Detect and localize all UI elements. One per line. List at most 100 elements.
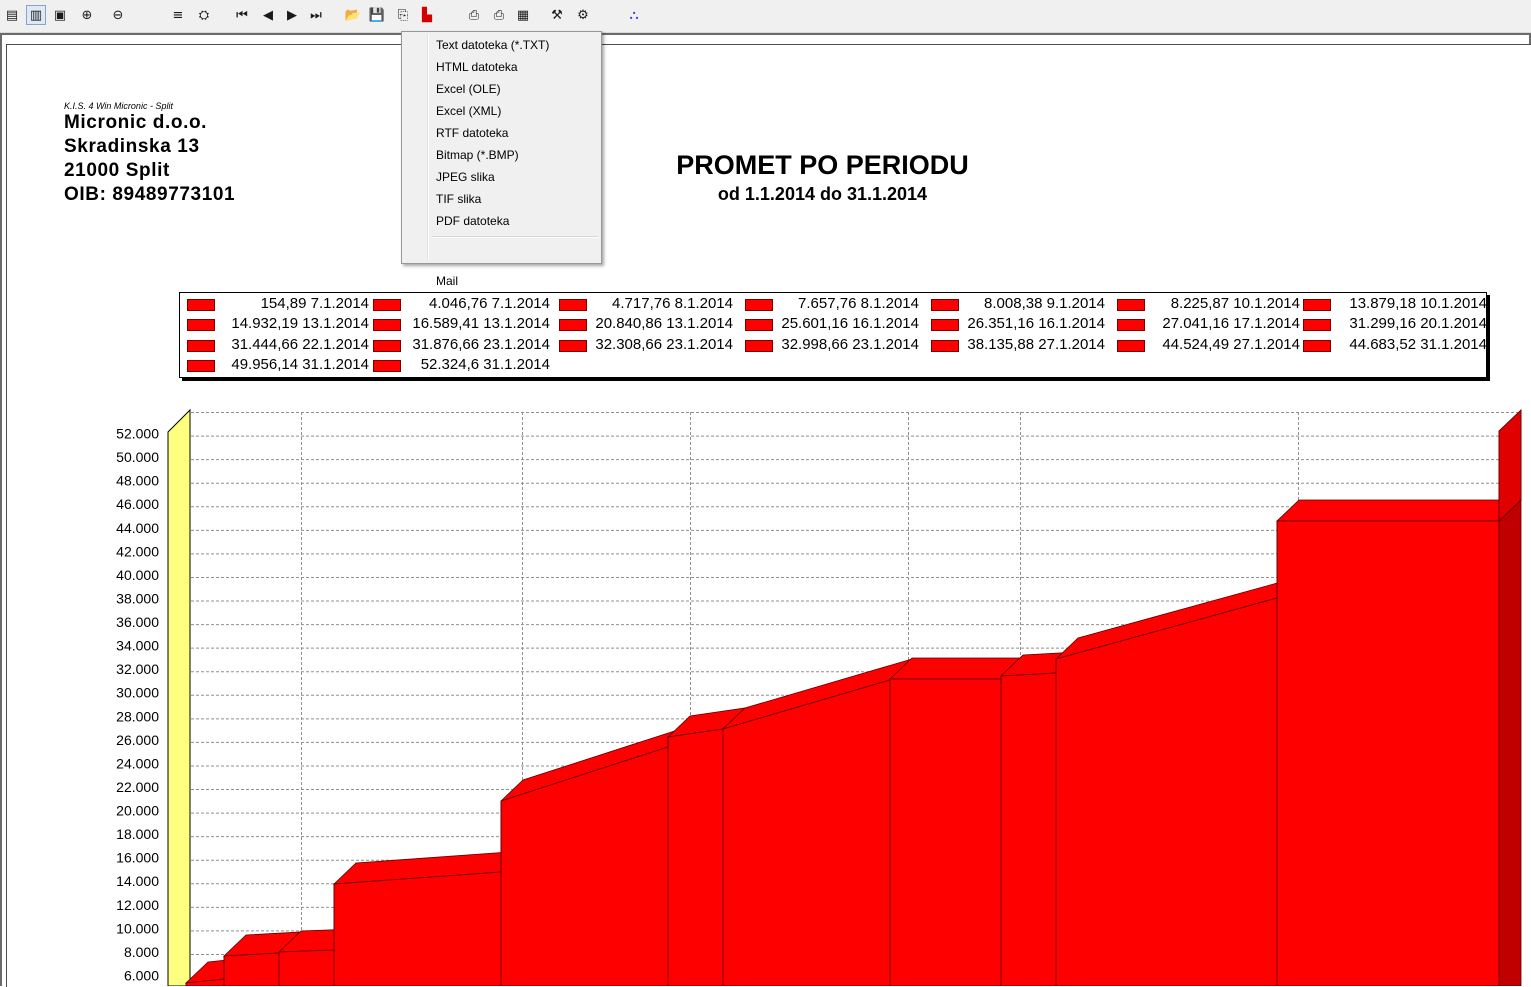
legend-entry: 8.225,87 10.1.2014 xyxy=(1117,294,1300,314)
legend-label: 31.444,66 22.1.2014 xyxy=(231,335,369,353)
menu-item-7[interactable]: TIF slika xyxy=(436,188,481,210)
legend-swatch xyxy=(1117,339,1145,352)
pdf-icon: ▙ xyxy=(422,7,432,23)
y-tick-label: 30.000 xyxy=(116,685,159,701)
y-tick-label: 32.000 xyxy=(116,661,159,677)
legend-swatch xyxy=(1303,319,1331,332)
legend-entry: 52.324,6 31.1.2014 xyxy=(373,355,550,375)
y-tick-label: 52.000 xyxy=(116,426,159,442)
legend-swatch xyxy=(187,339,215,352)
legend-label: 25.601,16 16.1.2014 xyxy=(781,315,919,333)
page-setup-button[interactable]: ▦ xyxy=(513,5,533,25)
y-tick-label: 18.000 xyxy=(116,826,159,842)
next-page-button[interactable]: ▶ xyxy=(282,5,302,25)
y-tick-label: 22.000 xyxy=(116,779,159,795)
zoom-out-button[interactable]: ⊖ xyxy=(108,5,128,25)
legend-label: 4.717,76 8.1.2014 xyxy=(612,295,733,312)
open-icon: 📂 xyxy=(344,7,362,23)
area-chart: 6.000 8.000 10.000 12.000 14.000 16.000 18.000… xyxy=(116,408,1522,986)
legend-label: 44.524,49 27.1.2014 xyxy=(1162,335,1300,353)
y-tick-label: 36.000 xyxy=(116,614,159,630)
y-tick-label: 16.000 xyxy=(116,850,159,866)
legend-label: 31.299,16 20.1.2014 xyxy=(1349,315,1487,333)
legend-swatch xyxy=(1303,299,1331,311)
print-icon: ⎙ xyxy=(468,7,480,23)
y-tick-label: 40.000 xyxy=(116,567,159,583)
find-button[interactable]: ⛭ xyxy=(194,5,214,25)
legend-swatch xyxy=(559,299,587,311)
legend-label: 49.956,14 31.1.2014 xyxy=(231,355,369,373)
legend-label: 32.998,66 23.1.2014 xyxy=(781,335,919,353)
legend-label: 26.351,16 16.1.2014 xyxy=(967,315,1105,333)
legend-label: 27.041,16 17.1.2014 xyxy=(1162,315,1300,333)
tree-button[interactable]: ≡ xyxy=(168,5,188,25)
open-button[interactable]: 📂 xyxy=(343,5,363,25)
next-page-icon: ▶ xyxy=(287,7,297,23)
legend-swatch xyxy=(559,339,587,352)
area-front-face xyxy=(185,520,1500,986)
exit-button[interactable]: ⛬ xyxy=(624,5,644,25)
tools-button[interactable]: ⚒ xyxy=(547,5,567,25)
menu-item-4[interactable]: RTF datoteka xyxy=(436,122,508,144)
last-page-button[interactable]: ⏭ xyxy=(306,5,326,25)
legend-entry: 16.589,41 13.1.2014 xyxy=(373,314,550,334)
two-page-button[interactable]: ▥ xyxy=(26,5,46,25)
y-tick-label: 34.000 xyxy=(116,638,159,654)
chart-legend: 154,89 7.1.2014 4.046,76 7.1.2014 4.717,76… xyxy=(179,292,1487,378)
print-setup-button[interactable]: ⎙ xyxy=(489,5,509,25)
legend-swatch xyxy=(745,299,773,311)
print-button[interactable]: ⎙ xyxy=(464,5,484,25)
menu-item-8[interactable]: PDF datoteka xyxy=(436,210,509,232)
legend-entry: 44.524,49 27.1.2014 xyxy=(1117,335,1300,355)
last-page-icon: ⏭ xyxy=(310,7,322,23)
legend-entry: 32.998,66 23.1.2014 xyxy=(745,335,919,355)
legend-label: 32.308,66 23.1.2014 xyxy=(595,335,733,353)
save-button[interactable]: 💾 xyxy=(367,5,387,25)
menu-item-5[interactable]: Bitmap (*.BMP) xyxy=(436,144,519,166)
legend-entry: 4.046,76 7.1.2014 xyxy=(373,294,550,314)
legend-entry: 13.879,18 10.1.2014 xyxy=(1303,294,1487,314)
y-tick-label: 14.000 xyxy=(116,873,159,889)
export-menu: Text datoteka (*.TXT) HTML datoteka Excel … xyxy=(401,31,602,288)
legend-entry: 25.601,16 16.1.2014 xyxy=(745,314,919,334)
menu-item-1[interactable]: HTML datoteka xyxy=(436,56,518,78)
menu-item-mail[interactable]: Mail xyxy=(436,270,458,292)
legend-entry: 26.351,16 16.1.2014 xyxy=(931,314,1105,334)
page-view-button[interactable]: ▤ xyxy=(2,5,22,25)
menu-item-3[interactable]: Excel (XML) xyxy=(436,100,501,122)
legend-label: 8.008,38 9.1.2014 xyxy=(984,295,1105,312)
legend-swatch xyxy=(1117,299,1145,311)
pdf-button[interactable]: ▙ xyxy=(417,5,437,25)
first-page-button[interactable]: ⏮ xyxy=(232,5,252,25)
y-tick-label: 8.000 xyxy=(124,944,159,960)
tools-icon: ⚒ xyxy=(551,7,563,23)
legend-swatch xyxy=(187,359,215,372)
legend-label: 16.589,41 13.1.2014 xyxy=(412,315,550,333)
legend-entry: 31.444,66 22.1.2014 xyxy=(187,335,369,355)
legend-entry: 7.657,76 8.1.2014 xyxy=(745,294,919,314)
menu-item-0[interactable]: Text datoteka (*.TXT) xyxy=(436,34,549,56)
chart-back-wall xyxy=(167,408,191,986)
first-page-icon: ⏮ xyxy=(236,7,248,23)
company-oib: OIB: 89489773101 xyxy=(64,184,236,205)
full-page-button[interactable]: ▣ xyxy=(50,5,70,25)
toolbar: ▤ ▥ ▣ ⊕ ⊖ ≡ ⛭ ⏮ ◀ ▶ ⏭ 📂 💾 ⎘ ▙ ⎙ ⎙ ▦ ⚒ ⚙ ⛬ xyxy=(0,0,1531,33)
legend-swatch xyxy=(187,299,215,311)
company-city: 21000 Split xyxy=(64,160,170,181)
zoom-in-button[interactable]: ⊕ xyxy=(77,5,97,25)
company-street: Skradinska 13 xyxy=(64,136,200,157)
report-title: PROMET PO PERIODU xyxy=(676,150,969,180)
menu-separator xyxy=(432,236,598,238)
export-button[interactable]: ⎘ xyxy=(393,5,413,25)
legend-entry: 154,89 7.1.2014 xyxy=(187,294,369,314)
menu-item-6[interactable]: JPEG slika xyxy=(436,166,495,188)
legend-label: 20.840,86 13.1.2014 xyxy=(595,315,733,333)
prev-page-button[interactable]: ◀ xyxy=(258,5,278,25)
legend-entry: 49.956,14 31.1.2014 xyxy=(187,355,369,375)
save-icon: 💾 xyxy=(368,7,386,23)
legend-entry: 31.876,66 23.1.2014 xyxy=(373,335,550,355)
settings-button[interactable]: ⚙ xyxy=(573,5,593,25)
legend-entry: 8.008,38 9.1.2014 xyxy=(931,294,1105,314)
legend-swatch xyxy=(559,319,587,332)
menu-item-2[interactable]: Excel (OLE) xyxy=(436,78,501,100)
